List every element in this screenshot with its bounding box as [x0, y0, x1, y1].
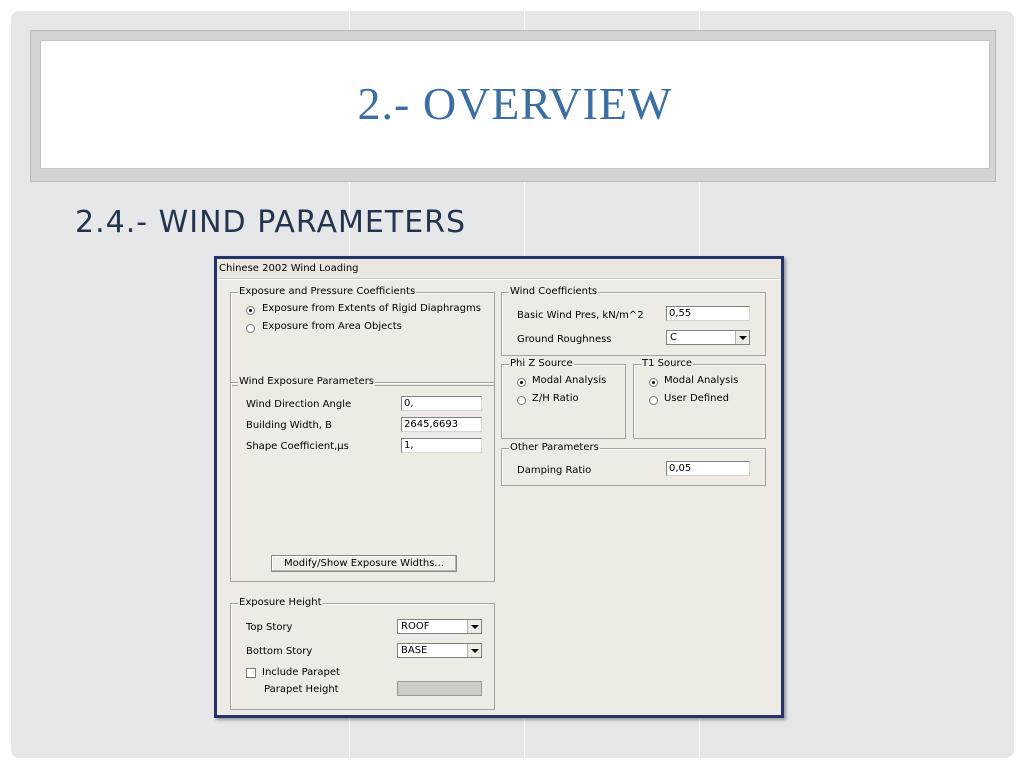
radio-label: Modal Analysis: [532, 375, 607, 386]
wind-coefficients-group: Wind Coefficients Basic Wind Pres, kN/m^…: [501, 286, 766, 356]
radio-zh-ratio[interactable]: [517, 396, 526, 405]
exposure-height-group: Exposure Height Top Story ROOF Bottom St…: [230, 597, 495, 710]
exposure-pressure-group: Exposure and Pressure Coefficients Expos…: [230, 286, 495, 386]
ground-roughness-value: C: [670, 332, 677, 343]
t1-source-group: T1 Source Modal Analysis User Defined: [633, 358, 766, 439]
radio-label: User Defined: [664, 393, 729, 404]
chevron-down-icon[interactable]: [467, 644, 481, 657]
top-story-select[interactable]: ROOF: [397, 619, 482, 634]
direction-input[interactable]: 0,: [401, 396, 482, 411]
chevron-down-icon[interactable]: [735, 331, 749, 344]
width-label: Building Width, B: [246, 420, 333, 431]
slide-title: 2.- OVERVIEW: [357, 78, 673, 129]
damping-ratio-input[interactable]: 0,05: [666, 461, 750, 476]
ground-roughness-label: Ground Roughness: [517, 334, 612, 345]
radio-phiz-modal-analysis[interactable]: [517, 378, 526, 387]
group-legend: Wind Exposure Parameters: [238, 376, 376, 387]
radio-label: Exposure from Extents of Rigid Diaphragm…: [262, 303, 481, 314]
group-legend: Exposure Height: [238, 597, 323, 608]
direction-label: Wind Direction Angle: [246, 399, 352, 410]
parapet-height-label: Parapet Height: [264, 684, 339, 695]
radio-label: Z/H Ratio: [532, 393, 579, 404]
include-parapet-checkbox[interactable]: [246, 668, 256, 678]
group-legend: T1 Source: [641, 358, 693, 369]
modify-exposure-widths-button[interactable]: Modify/Show Exposure Widths...: [271, 555, 457, 572]
shape-label: Shape Coefficient,µs: [246, 441, 349, 452]
radio-user-defined[interactable]: [649, 396, 658, 405]
group-legend: Phi Z Source: [509, 358, 574, 369]
top-story-value: ROOF: [401, 621, 430, 632]
ground-roughness-select[interactable]: C: [666, 330, 750, 345]
dialog-body: Exposure and Pressure Coefficients Expos…: [217, 279, 781, 715]
bottom-story-select[interactable]: BASE: [397, 643, 482, 658]
group-legend: Exposure and Pressure Coefficients: [238, 286, 417, 297]
bottom-story-label: Bottom Story: [246, 646, 313, 657]
wind-pressure-input[interactable]: 0,55: [666, 306, 750, 321]
title-frame: 2.- OVERVIEW: [30, 30, 996, 182]
wind-loading-dialog: Chinese 2002 Wind Loading Exposure and P…: [214, 256, 784, 718]
damping-ratio-label: Damping Ratio: [517, 465, 592, 476]
chevron-down-icon[interactable]: [467, 620, 481, 633]
parapet-height-input[interactable]: [397, 681, 482, 696]
shape-input[interactable]: 1,: [401, 438, 482, 453]
width-input[interactable]: 2645,6693: [401, 417, 482, 432]
other-parameters-group: Other Parameters Damping Ratio 0,05: [501, 442, 766, 486]
group-legend: Other Parameters: [509, 442, 600, 453]
radio-t1-modal-analysis[interactable]: [649, 378, 658, 387]
include-parapet-label: Include Parapet: [262, 667, 340, 678]
radio-label: Exposure from Area Objects: [262, 321, 402, 332]
top-story-label: Top Story: [246, 622, 293, 633]
dialog-title: Chinese 2002 Wind Loading: [217, 259, 781, 279]
group-legend: Wind Coefficients: [509, 286, 599, 297]
wind-pressure-label: Basic Wind Pres, kN/m^2: [517, 310, 644, 321]
radio-extents-rigid-diaphragms[interactable]: [246, 306, 255, 315]
phiz-source-group: Phi Z Source Modal Analysis Z/H Ratio: [501, 358, 626, 439]
title-box: 2.- OVERVIEW: [40, 40, 990, 169]
wind-exposure-group: Wind Exposure Parameters Wind Direction …: [230, 376, 495, 582]
radio-area-objects[interactable]: [246, 324, 255, 333]
slide-subtitle: 2.4.- WIND PARAMETERS: [75, 205, 467, 240]
radio-label: Modal Analysis: [664, 375, 739, 386]
bottom-story-value: BASE: [401, 645, 428, 656]
